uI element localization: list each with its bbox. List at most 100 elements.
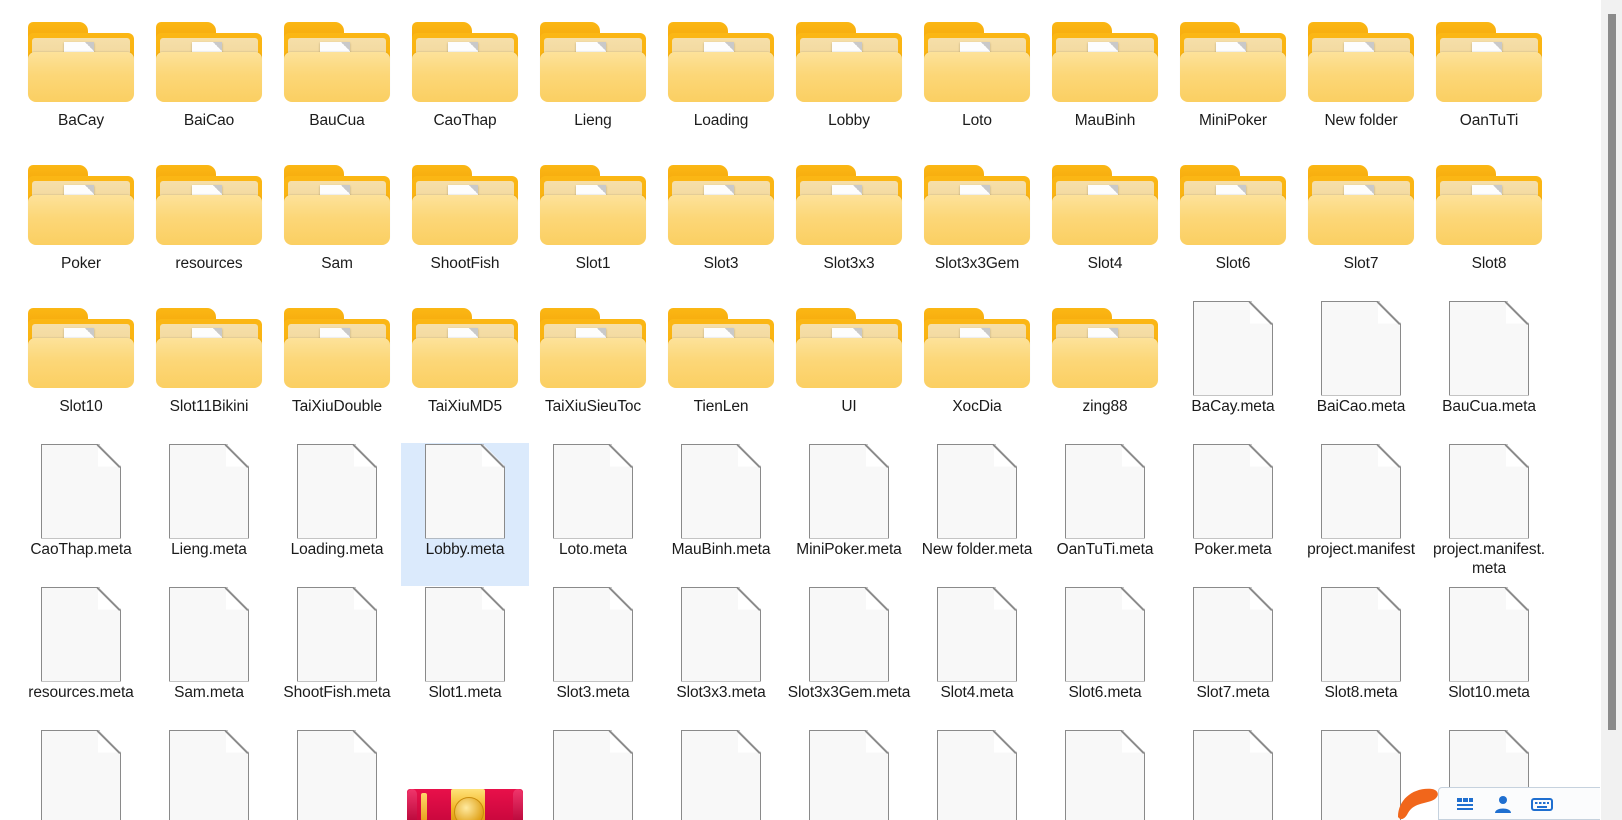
folder-item[interactable]: BaCay (17, 14, 145, 157)
folder-item[interactable]: TaiXiuMD5 (401, 300, 529, 443)
folder-item[interactable]: Slot7 (1297, 157, 1425, 300)
file-item[interactable] (529, 729, 657, 820)
folder-item[interactable]: TaiXiuSieuToc (529, 300, 657, 443)
vertical-scrollbar[interactable] (1600, 0, 1622, 820)
item-icon (145, 14, 273, 110)
folder-item[interactable]: ShootFish (401, 157, 529, 300)
folder-item[interactable]: Slot3x3Gem (913, 157, 1041, 300)
person-icon[interactable] (1493, 794, 1513, 814)
file-item[interactable]: MauBinh.meta (657, 443, 785, 586)
document-file-icon (41, 587, 121, 682)
folder-item[interactable]: XocDia (913, 300, 1041, 443)
folder-item[interactable]: Slot8 (1425, 157, 1553, 300)
folder-item[interactable]: OanTuTi (1425, 14, 1553, 157)
file-item[interactable]: MiniPoker.meta (785, 443, 913, 586)
file-item[interactable]: Slot4.meta (913, 586, 1041, 729)
item-label: project.manifest (1299, 540, 1423, 559)
file-item[interactable] (1041, 729, 1169, 820)
folder-item[interactable]: MauBinh (1041, 14, 1169, 157)
item-label: Slot6.meta (1043, 683, 1167, 702)
file-item[interactable]: Slot3x3.meta (657, 586, 785, 729)
file-item[interactable]: Slot8.meta (1297, 586, 1425, 729)
folder-item[interactable]: CaoThap (401, 14, 529, 157)
file-item[interactable]: Slot7.meta (1169, 586, 1297, 729)
file-item[interactable]: Loading.meta (273, 443, 401, 586)
folder-icon (1180, 22, 1286, 102)
file-item[interactable]: Slot6.meta (1041, 586, 1169, 729)
document-file-icon (1321, 444, 1401, 539)
item-label: New folder.meta (915, 540, 1039, 559)
file-item[interactable]: Sam.meta (145, 586, 273, 729)
folder-item[interactable]: TienLen (657, 300, 785, 443)
file-item[interactable]: BaiCao.meta (1297, 300, 1425, 443)
folder-item[interactable]: MiniPoker (1169, 14, 1297, 157)
document-file-icon (169, 444, 249, 539)
file-item[interactable]: Loto.meta (529, 443, 657, 586)
keyboard-icon[interactable] (1531, 794, 1551, 814)
folder-item[interactable]: Loto (913, 14, 1041, 157)
file-item[interactable] (273, 729, 401, 820)
image-file-item[interactable] (401, 729, 529, 820)
file-item[interactable]: OanTuTi.meta (1041, 443, 1169, 586)
file-item[interactable]: Poker.meta (1169, 443, 1297, 586)
file-item[interactable] (1169, 729, 1297, 820)
item-label: resources (147, 254, 271, 273)
item-label: ShootFish (403, 254, 527, 273)
file-item[interactable]: ShootFish.meta (273, 586, 401, 729)
file-item[interactable]: Lieng.meta (145, 443, 273, 586)
item-label: BaiCao (147, 111, 271, 130)
folder-item[interactable]: Slot3x3 (785, 157, 913, 300)
item-icon (1297, 729, 1425, 820)
folder-item[interactable]: Loading (657, 14, 785, 157)
folder-item[interactable]: Slot6 (1169, 157, 1297, 300)
download-notification-popup[interactable] (1438, 787, 1622, 820)
item-icon (913, 14, 1041, 110)
folder-item[interactable]: Slot3 (657, 157, 785, 300)
folder-item[interactable]: Slot11Bikini (145, 300, 273, 443)
file-item[interactable] (785, 729, 913, 820)
item-icon (273, 14, 401, 110)
folder-item[interactable]: UI (785, 300, 913, 443)
item-label: Sam.meta (147, 683, 271, 702)
folder-item[interactable]: Lobby (785, 14, 913, 157)
folder-item[interactable]: Slot4 (1041, 157, 1169, 300)
document-file-icon (681, 730, 761, 820)
file-item[interactable] (1297, 729, 1425, 820)
folder-item[interactable]: New folder (1297, 14, 1425, 157)
file-item[interactable]: resources.meta (17, 586, 145, 729)
file-item[interactable] (913, 729, 1041, 820)
file-item[interactable]: Slot3x3Gem.meta (785, 586, 913, 729)
file-item[interactable]: CaoThap.meta (17, 443, 145, 586)
folder-item[interactable]: TaiXiuDouble (273, 300, 401, 443)
file-item[interactable]: BauCua.meta (1425, 300, 1553, 443)
file-item[interactable] (657, 729, 785, 820)
file-item[interactable]: Slot10.meta (1425, 586, 1553, 729)
file-item[interactable]: Slot3.meta (529, 586, 657, 729)
folder-item[interactable]: BauCua (273, 14, 401, 157)
folder-item[interactable]: resources (145, 157, 273, 300)
icon-grid[interactable]: BaCayBaiCaoBauCuaCaoThapLiengLoadingLobb… (0, 0, 1600, 820)
folder-item[interactable]: Lieng (529, 14, 657, 157)
item-icon (1041, 157, 1169, 253)
folder-item[interactable]: Sam (273, 157, 401, 300)
folder-item[interactable]: Poker (17, 157, 145, 300)
file-item[interactable]: project.manifest.meta (1425, 443, 1553, 586)
scrollbar-thumb[interactable] (1608, 14, 1616, 730)
file-item[interactable] (145, 729, 273, 820)
file-item[interactable]: Lobby.meta (401, 443, 529, 586)
file-item[interactable]: Slot1.meta (401, 586, 529, 729)
grid-icon[interactable] (1455, 794, 1475, 814)
folder-icon (1308, 165, 1414, 245)
document-file-icon (297, 444, 377, 539)
folder-item[interactable]: BaiCao (145, 14, 273, 157)
folder-item[interactable]: Slot1 (529, 157, 657, 300)
file-item[interactable]: BaCay.meta (1169, 300, 1297, 443)
item-icon (1297, 157, 1425, 253)
file-item[interactable]: project.manifest (1297, 443, 1425, 586)
folder-item[interactable]: zing88 (1041, 300, 1169, 443)
folder-item[interactable]: Slot10 (17, 300, 145, 443)
item-label: Poker (19, 254, 143, 273)
file-item[interactable]: New folder.meta (913, 443, 1041, 586)
item-label: UI (787, 397, 911, 416)
file-item[interactable] (17, 729, 145, 820)
